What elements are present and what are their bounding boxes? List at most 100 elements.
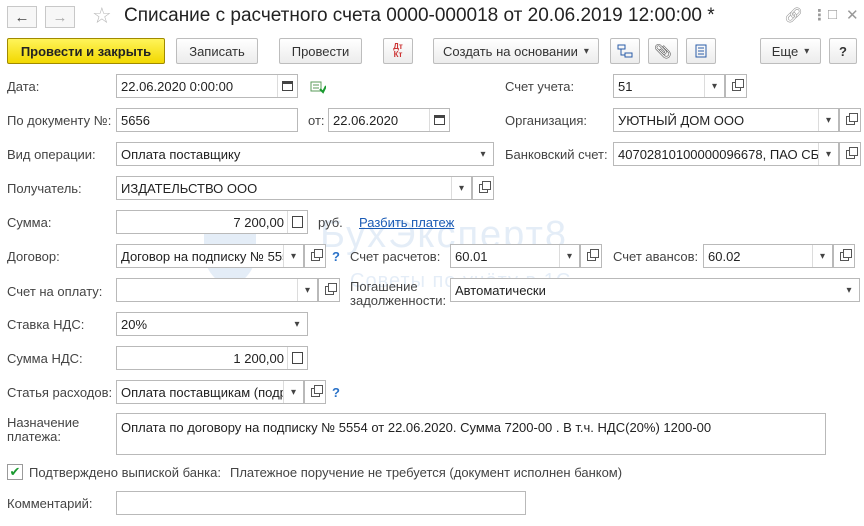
calendar-icon[interactable] [277,75,297,97]
maximize-icon[interactable]: □ [828,6,837,23]
operation-select[interactable]: Оплата поставщику ▾ [116,142,494,166]
forward-button[interactable]: → [45,6,75,28]
vat-rate-select[interactable]: 20% ▾ [116,312,308,336]
advance-account-open-button[interactable] [833,244,855,268]
structure-button[interactable] [610,38,640,64]
post-button[interactable]: Провести [279,38,362,64]
print-report-button[interactable] [686,38,716,64]
doc-no-field[interactable]: 5656 [116,108,298,132]
recipient-label: Получатель: [7,181,82,196]
date-setting-icon[interactable] [310,80,327,97]
account-field[interactable]: 51 ▾ [613,74,725,98]
chevron-down-icon[interactable]: ▾ [297,279,317,301]
help-icon: ? [839,43,847,59]
debt-repayment-label: Погашение задолженности: [350,279,447,308]
settlement-account-open-button[interactable] [580,244,602,268]
chevron-down-icon[interactable]: ▾ [473,143,493,165]
invoice-label: Счет на оплату: [7,284,103,299]
chevron-down-icon[interactable]: ▾ [818,109,838,131]
create-based-on-button[interactable]: Создать на основании [433,38,599,64]
recipient-open-button[interactable] [472,176,494,200]
expense-label: Статья расходов: [7,385,113,400]
checkmark-icon: ✔ [9,464,21,479]
contract-open-button[interactable] [304,244,326,268]
open-icon [310,384,323,397]
close-icon[interactable]: ✕ [846,6,859,24]
bank-confirmed-checkbox[interactable]: ✔ [7,464,23,480]
calendar-icon[interactable] [429,109,449,131]
date-field[interactable]: 22.06.2020 0:00:00 [116,74,298,98]
settlement-account-label: Счет расчетов: [350,249,441,264]
open-icon [839,248,852,261]
more-vertical-icon[interactable]: ⋮ [812,6,827,24]
expense-help-icon[interactable]: ? [332,385,340,400]
operation-label: Вид операции: [7,147,96,162]
open-icon [845,112,858,125]
comment-field[interactable] [116,491,526,515]
help-button[interactable]: ? [829,38,857,64]
open-icon [731,78,744,91]
advance-account-field[interactable]: 60.02 ▾ [703,244,833,268]
chevron-down-icon[interactable]: ▾ [559,245,579,267]
organization-field[interactable]: УЮТНЫЙ ДОМ ООО ▾ [613,108,839,132]
invoice-open-button[interactable] [318,278,340,302]
star-icon[interactable]: ☆ [92,3,112,29]
post-and-close-button[interactable]: Провести и закрыть [7,38,165,64]
chevron-down-icon[interactable]: ▾ [839,279,859,301]
chevron-down-icon[interactable]: ▾ [812,245,832,267]
organization-open-button[interactable] [839,108,861,132]
split-payment-link[interactable]: Разбить платеж [359,215,454,230]
comment-label: Комментарий: [7,496,93,511]
calculator-icon[interactable] [287,211,307,233]
chevron-down-icon[interactable]: ▾ [818,143,838,165]
debt-repayment-select[interactable]: Автоматически ▾ [450,278,860,302]
open-icon [310,248,323,261]
save-button[interactable]: Записать [176,38,258,64]
settlement-account-field[interactable]: 60.01 ▾ [450,244,580,268]
date-label: Дата: [7,79,40,94]
sum-label: Сумма: [7,215,52,230]
expense-field[interactable]: Оплата поставщикам (подрядчикам) ▾ [116,380,304,404]
forward-arrow-icon: → [52,8,68,26]
attach-button[interactable]: 📎︎ [648,38,678,64]
open-icon [845,146,858,159]
bank-account-open-button[interactable] [839,142,861,166]
chevron-down-icon[interactable]: ▾ [704,75,724,97]
paperclip-icon: 📎︎ [654,42,672,59]
organization-label: Организация: [505,113,588,128]
sum-field[interactable]: 7 200,00 [116,210,308,234]
purpose-label: Назначение платежа: [7,415,80,444]
open-icon [586,248,599,261]
chevron-down-icon[interactable]: ▾ [283,381,303,403]
vat-sum-field[interactable]: 1 200,00 [116,346,308,370]
open-icon [324,282,337,295]
bank-confirmed-note: Платежное поручение не требуется (докуме… [230,465,623,480]
calculator-icon[interactable] [287,347,307,369]
account-label: Счет учета: [505,79,575,94]
purpose-textarea[interactable]: Оплата по договору на подписку № 5554 от… [116,413,826,455]
currency-label: руб. [318,215,343,230]
chevron-down-icon[interactable]: ▾ [287,313,307,335]
dt-kt-button[interactable]: Дт Кт [383,38,413,64]
contract-help-icon[interactable]: ? [332,249,340,264]
vat-sum-label: Сумма НДС: [7,351,83,366]
link-icon[interactable]: 🔗︎ [784,6,803,24]
doc-no-label: По документу №: [7,113,112,128]
from-label: от: [308,113,325,128]
chevron-down-icon[interactable]: ▾ [451,177,471,199]
back-button[interactable]: ← [7,6,37,28]
contract-label: Договор: [7,249,60,264]
bank-confirmed-label: Подтверждено выпиской банка: [29,465,221,480]
expense-open-button[interactable] [304,380,326,404]
invoice-field[interactable]: ▾ [116,278,318,302]
report-icon [695,44,707,58]
account-open-button[interactable] [725,74,747,98]
contract-field[interactable]: Договор на подписку № 5554 ▾ [116,244,304,268]
open-icon [478,180,491,193]
bank-account-field[interactable]: 40702810100000096678, ПАО СБЕРБАНК ▾ [613,142,839,166]
recipient-field[interactable]: ИЗДАТЕЛЬСТВО ООО ▾ [116,176,472,200]
advance-account-label: Счет авансов: [613,249,699,264]
from-date-field[interactable]: 22.06.2020 [328,108,450,132]
more-button[interactable]: Еще [760,38,821,64]
chevron-down-icon[interactable]: ▾ [283,245,303,267]
